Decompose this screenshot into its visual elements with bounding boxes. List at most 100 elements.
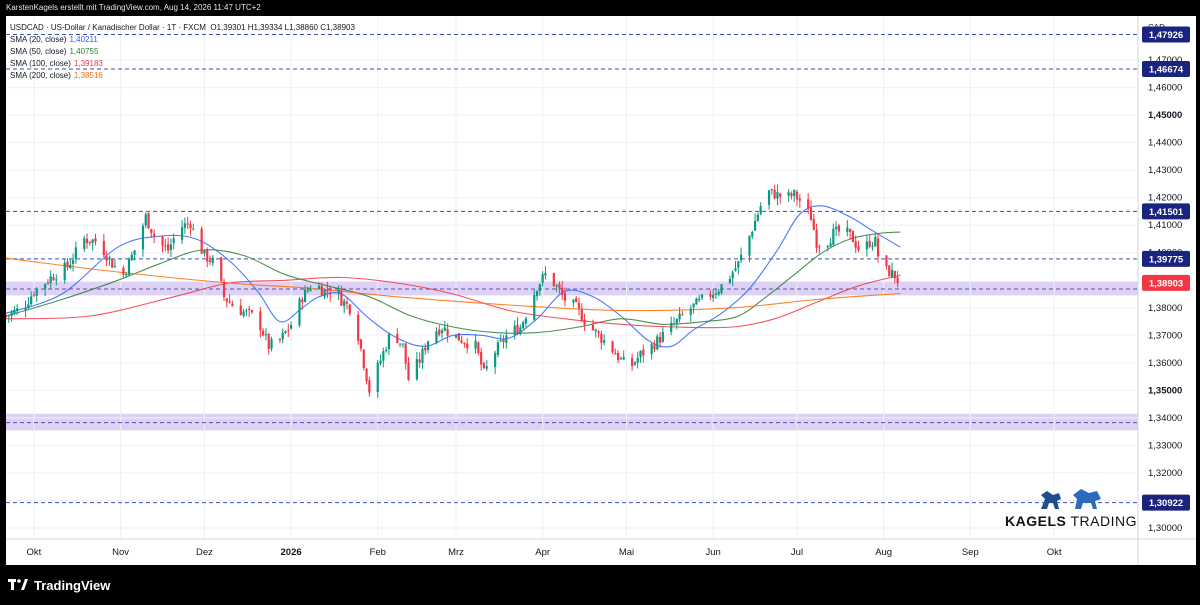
candle-body bbox=[454, 334, 458, 338]
candle bbox=[421, 345, 424, 369]
candle-body bbox=[113, 266, 117, 268]
candle bbox=[426, 340, 430, 354]
candle-body bbox=[751, 232, 754, 237]
candle bbox=[474, 333, 477, 354]
candle-body bbox=[494, 353, 497, 368]
tradingview-footer[interactable]: TradingView bbox=[8, 574, 110, 596]
candle-body bbox=[208, 260, 212, 263]
candle bbox=[167, 237, 170, 254]
candle-body bbox=[225, 298, 228, 302]
candle-body bbox=[71, 260, 75, 264]
candle-body bbox=[44, 283, 47, 289]
candle bbox=[189, 220, 192, 236]
candle bbox=[396, 328, 399, 344]
legend-sma20[interactable]: SMA (20, close) 1,40211 bbox=[10, 34, 355, 46]
candle-body bbox=[287, 329, 290, 331]
candle bbox=[485, 360, 488, 372]
candle-body bbox=[27, 304, 30, 308]
candle-body bbox=[496, 342, 500, 355]
sma200-label: SMA (200, close) bbox=[10, 71, 71, 80]
candle-body bbox=[809, 207, 813, 221]
candle bbox=[262, 328, 265, 337]
candle-body bbox=[572, 299, 575, 303]
candle-body bbox=[874, 236, 877, 247]
candle bbox=[650, 342, 653, 360]
x-tick-label: Sep bbox=[962, 547, 979, 558]
candle-body bbox=[611, 341, 614, 353]
candle-body bbox=[127, 258, 131, 276]
candle bbox=[144, 212, 147, 229]
candle bbox=[776, 184, 779, 206]
candle-body bbox=[871, 246, 874, 248]
candle bbox=[418, 352, 421, 368]
candle bbox=[633, 361, 636, 366]
candle-body bbox=[563, 293, 567, 301]
y-tick-label: 1,36000 bbox=[1148, 358, 1182, 369]
candle-body bbox=[186, 223, 189, 225]
candle bbox=[779, 192, 782, 204]
candle-body bbox=[343, 300, 346, 306]
candle bbox=[795, 189, 799, 207]
x-tick-label: Dez bbox=[196, 547, 213, 558]
candle bbox=[88, 241, 91, 246]
price-chart[interactable]: CAD1,470001,460001,450001,440001,430001,… bbox=[6, 16, 1196, 565]
tradingview-logo-icon bbox=[8, 579, 28, 590]
candle bbox=[524, 316, 527, 328]
candle-body bbox=[460, 340, 463, 343]
candle-body bbox=[317, 286, 321, 290]
y-tick-label: 1,37000 bbox=[1148, 330, 1182, 341]
candle bbox=[231, 300, 234, 307]
candle-body bbox=[74, 247, 77, 259]
candle-body bbox=[421, 348, 424, 363]
legend-sma200[interactable]: SMA (200, close) 1,38516 bbox=[10, 70, 355, 82]
candle bbox=[208, 255, 212, 266]
level-tag-0: 1,47926 bbox=[1142, 26, 1190, 43]
candle bbox=[161, 235, 164, 253]
candle-body bbox=[418, 359, 421, 363]
candle bbox=[102, 233, 105, 258]
x-tick-label: Jul bbox=[791, 547, 803, 558]
candle-body bbox=[798, 198, 801, 201]
sma100-value: 1,39183 bbox=[73, 59, 103, 68]
candle-body bbox=[740, 254, 743, 261]
candle bbox=[387, 332, 391, 355]
candle-body bbox=[681, 314, 684, 316]
candle-body bbox=[835, 226, 838, 230]
candle-body bbox=[446, 329, 449, 336]
x-tick-label: Okt bbox=[1047, 547, 1062, 558]
candle bbox=[888, 264, 891, 277]
legend-sma100[interactable]: SMA (100, close) 1,39183 bbox=[10, 58, 355, 70]
chart-panel[interactable]: CAD1,470001,460001,450001,440001,430001,… bbox=[6, 16, 1196, 565]
candle-body bbox=[122, 267, 125, 275]
candle-body bbox=[270, 339, 273, 349]
candle-body bbox=[597, 331, 600, 334]
candle-body bbox=[180, 227, 184, 240]
legend-sma50[interactable]: SMA (50, close) 1,40755 bbox=[10, 46, 355, 58]
candle bbox=[222, 278, 226, 301]
candle-body bbox=[424, 347, 427, 351]
candle-body bbox=[111, 258, 114, 268]
candle bbox=[622, 350, 625, 361]
kagels-trading-watermark: KAGELS TRADING bbox=[1001, 485, 1141, 533]
candle-body bbox=[259, 311, 262, 331]
candle bbox=[807, 193, 810, 214]
candle-body bbox=[538, 284, 541, 292]
candle-body bbox=[133, 250, 136, 255]
candle bbox=[597, 329, 600, 338]
candle bbox=[74, 241, 77, 264]
candle-body bbox=[7, 315, 10, 317]
candle-body bbox=[206, 249, 209, 262]
candle-body bbox=[689, 308, 692, 315]
candle-body bbox=[767, 190, 771, 205]
candle bbox=[580, 303, 583, 323]
candle-body bbox=[466, 343, 469, 349]
candle bbox=[343, 298, 346, 314]
symbol-name: USDCAD · US-Dollar / Kanadischer Dollar … bbox=[10, 23, 206, 32]
candle bbox=[457, 333, 460, 341]
candle bbox=[454, 334, 458, 339]
x-tick-label: Jun bbox=[705, 547, 720, 558]
candle bbox=[871, 241, 874, 251]
candle bbox=[594, 328, 597, 338]
candle bbox=[424, 343, 427, 355]
candle bbox=[404, 343, 407, 370]
